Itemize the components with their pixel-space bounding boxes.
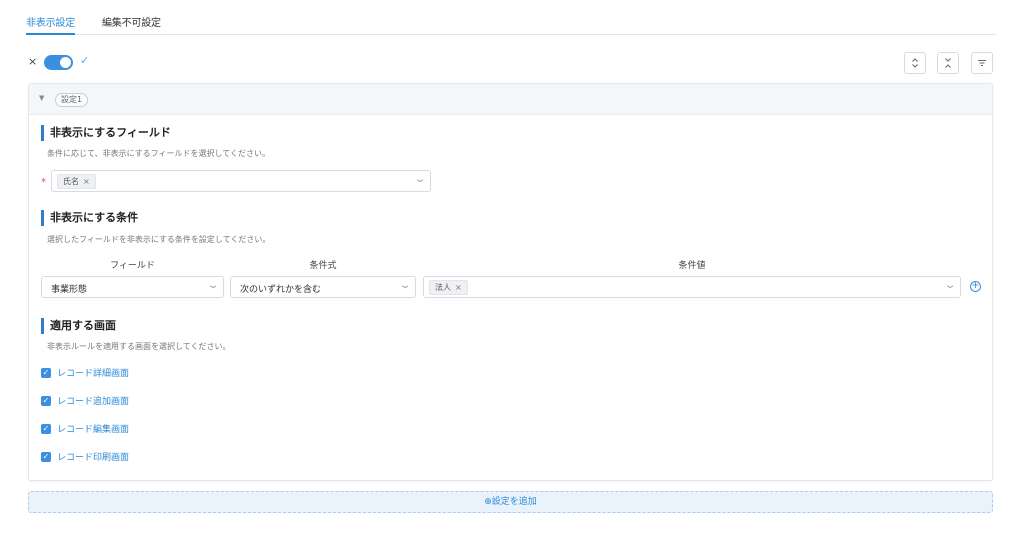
column-header-field: フィールド: [110, 261, 155, 271]
screen-option-label: レコード編集画面: [57, 425, 130, 435]
column-header-value: 条件値: [678, 261, 706, 271]
column-header-operator: 条件式: [309, 261, 337, 271]
conditions-title: 非表示にする条件: [41, 210, 138, 226]
tab-bar: 非表示設定 編集不可設定: [26, 0, 996, 35]
tab-readonly-settings[interactable]: 編集不可設定: [102, 14, 161, 29]
add-condition-icon[interactable]: +: [970, 281, 981, 292]
field-chip: 氏名 ×: [57, 174, 96, 189]
conditions-desc: 選択したフィールドを非表示にする条件を設定してください。: [47, 235, 271, 244]
toggle-off-icon: ×: [28, 55, 38, 68]
hidden-fields-desc: 条件に応じて、非表示にするフィールドを選択してください。: [47, 149, 271, 158]
hidden-fields-title: 非表示にするフィールド: [41, 125, 171, 141]
checkbox-checked-icon[interactable]: ✓: [41, 368, 51, 378]
required-mark: *: [41, 177, 46, 188]
add-setting-label: 設定を追加: [491, 497, 537, 507]
value-chip: 法人 ×: [429, 280, 468, 295]
checkbox-checked-icon[interactable]: ✓: [41, 396, 51, 406]
remove-chip-icon[interactable]: ×: [83, 177, 90, 186]
screen-option-label: レコード詳細画面: [57, 369, 130, 379]
toolbar: × ✓: [26, 52, 996, 74]
value-chip-label: 法人: [435, 283, 451, 292]
tab-hidden-settings[interactable]: 非表示設定: [26, 14, 75, 29]
add-setting-button[interactable]: ⊕設定を追加: [28, 491, 993, 513]
toggle-knob: [60, 57, 71, 68]
rule-tag: 設定1: [55, 93, 89, 107]
screens-title: 適用する画面: [41, 318, 116, 334]
expand-collapse-icon: [912, 58, 918, 68]
checkbox-checked-icon[interactable]: ✓: [41, 452, 51, 462]
expand-collapse-button[interactable]: [904, 52, 926, 74]
checkbox-checked-icon[interactable]: ✓: [41, 424, 51, 434]
screen-option-label: レコード追加画面: [57, 397, 130, 407]
condition-field-value: 事業形態: [51, 285, 88, 295]
chevron-down-icon: ⌄: [398, 280, 412, 291]
caret-down-icon[interactable]: ▼: [39, 94, 44, 102]
collapse-all-button[interactable]: [937, 52, 959, 74]
rule-panel-header[interactable]: ▼ 設定1: [29, 84, 992, 115]
condition-operator-select[interactable]: 次のいずれかを含む ⌄: [230, 276, 416, 298]
condition-operator-value: 次のいずれかを含む: [240, 285, 322, 295]
toggle-on-icon: ✓: [80, 54, 90, 67]
screens-desc: 非表示ルールを適用する画面を選択してください。: [47, 342, 231, 351]
screen-option-label: レコード印刷画面: [57, 453, 130, 463]
active-tab-indicator: [26, 33, 75, 35]
enable-toggle[interactable]: [44, 55, 73, 70]
field-chip-label: 氏名: [63, 177, 79, 186]
chevron-down-icon: ⌄: [943, 280, 957, 291]
sort-icon: [978, 60, 986, 66]
hidden-fields-select[interactable]: 氏名 × ⌄: [51, 170, 431, 192]
condition-value-select[interactable]: 法人 × ⌄: [423, 276, 961, 298]
rule-panel: ▼ 設定1 非表示にするフィールド 条件に応じて、非表示にするフィールドを選択し…: [28, 83, 993, 481]
remove-chip-icon[interactable]: ×: [455, 283, 462, 292]
chevron-down-icon: ⌄: [206, 280, 220, 291]
collapse-all-icon: [945, 58, 951, 68]
condition-field-select[interactable]: 事業形態 ⌄: [41, 276, 224, 298]
add-circle-icon: ⊕: [484, 497, 492, 507]
chevron-down-icon: ⌄: [413, 174, 427, 185]
sort-button[interactable]: [971, 52, 993, 74]
